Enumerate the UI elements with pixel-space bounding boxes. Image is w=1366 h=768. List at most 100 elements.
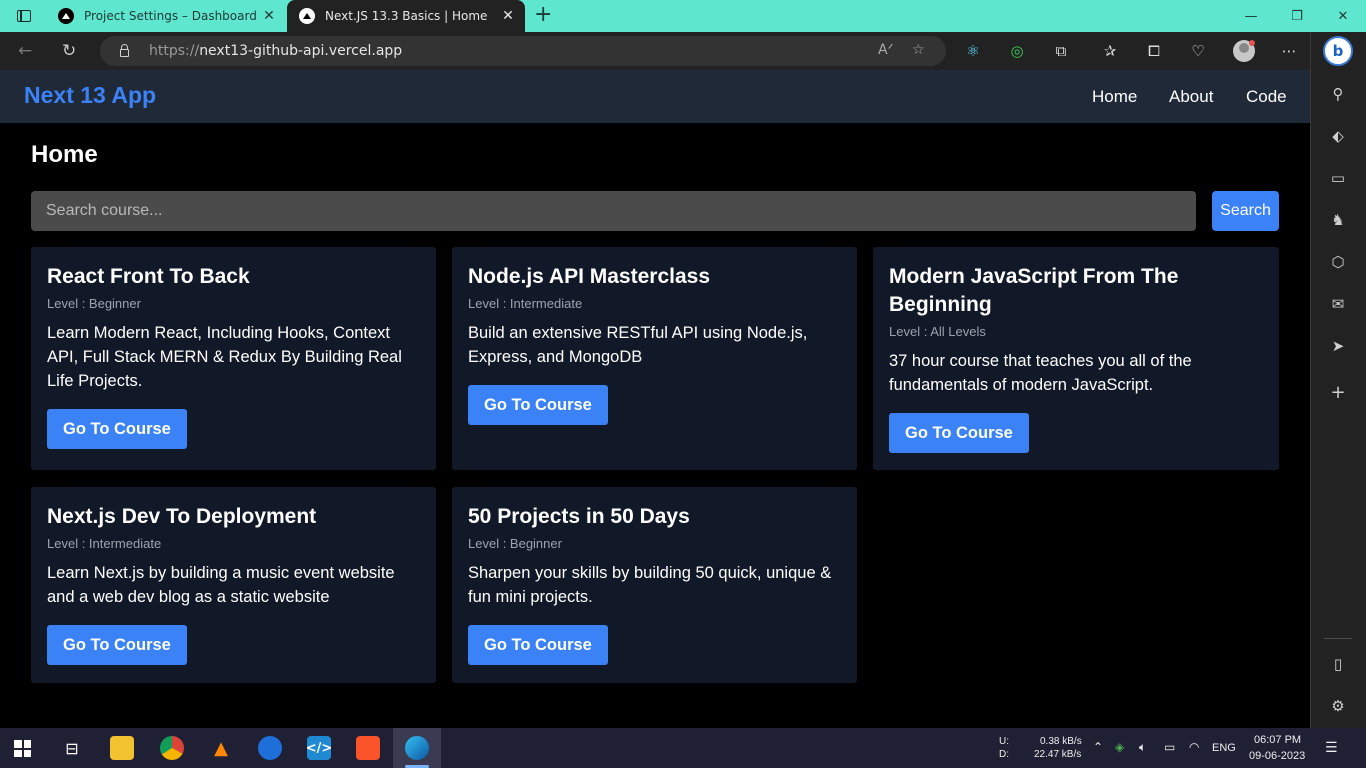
add-favorite-icon[interactable]: ☆ [912, 42, 925, 58]
net-download-speed: 22.47 kB/s [1034, 749, 1082, 760]
minimize-button[interactable]: — [1228, 0, 1274, 32]
close-window-button[interactable]: ✕ [1320, 0, 1366, 32]
bing-chat-icon[interactable]: b [1323, 36, 1353, 66]
browser-toolbar: ← ↻ https://next13-github-api.vercel.app… [0, 32, 1366, 70]
course-title: 50 Projects in 50 Days [468, 505, 690, 528]
new-tab-button[interactable]: + [534, 4, 552, 26]
tab-title: Next.JS 13.3 Basics | Home [325, 9, 488, 23]
tab-actions-button[interactable] [10, 6, 38, 26]
nav-link-code[interactable]: Code [1246, 87, 1287, 107]
performance-icon[interactable]: ♡ [1189, 42, 1207, 60]
course-description: Sharpen your skills by building 50 quick… [468, 564, 832, 606]
address-bar[interactable]: https://next13-github-api.vercel.app Aᐟ … [100, 36, 946, 66]
tools-briefcase-icon[interactable]: ▭ [1326, 166, 1350, 190]
course-description: Learn Modern React, Including Hooks, Con… [47, 324, 402, 390]
page-viewport: Next 13 App Home About Code Home Search … [0, 70, 1310, 728]
outlook-icon[interactable]: ✉ [1326, 292, 1350, 316]
url-host: next13-github-api.vercel.app [199, 43, 403, 59]
edge-icon[interactable] [405, 736, 429, 760]
course-card: Modern JavaScript From The Beginning Lev… [873, 247, 1279, 470]
add-sidebar-app-icon[interactable]: + [1326, 380, 1350, 404]
hide-sidebar-icon[interactable]: ▯ [1326, 652, 1350, 676]
course-description: Learn Next.js by building a music event … [47, 564, 395, 606]
office-icon[interactable]: ⬡ [1326, 250, 1350, 274]
favorites-icon[interactable]: ✰ [1101, 42, 1119, 60]
windows-taskbar: ⊟ ▲ </> U: D: 0.38 kB/s 22.47 kB/s ⌃ ◈ 🔈… [0, 728, 1366, 768]
profile-notification-dot [1249, 40, 1255, 46]
site-brand[interactable]: Next 13 App [24, 82, 156, 109]
net-upload-speed: 0.38 kB/s [1040, 736, 1082, 747]
course-level: Level : Beginner [468, 536, 562, 551]
tab-close-icon[interactable]: ✕ [258, 8, 280, 24]
battery-icon[interactable]: ▭ [1164, 740, 1175, 754]
course-card: React Front To Back Level : Beginner Lea… [31, 247, 436, 470]
clock-time[interactable]: 06:07 PM [1254, 734, 1301, 746]
show-hidden-icons-chevron-icon[interactable]: ⌃ [1093, 740, 1103, 754]
clock-date[interactable]: 09-06-2023 [1249, 750, 1305, 762]
go-to-course-button[interactable]: Go To Course [889, 413, 1029, 453]
net-download-label: D: [999, 749, 1009, 760]
send-icon[interactable]: ➤ [1326, 334, 1350, 358]
sidebar-settings-icon[interactable]: ⚙ [1326, 694, 1350, 718]
course-level: Level : All Levels [889, 324, 986, 339]
extensions-icon[interactable]: ⧉ [1052, 42, 1070, 60]
network-app-icon[interactable]: ◈ [1115, 740, 1124, 754]
firefox-icon[interactable] [258, 736, 282, 760]
go-to-course-button[interactable]: Go To Course [468, 625, 608, 665]
read-aloud-icon[interactable]: Aᐟ [878, 42, 894, 58]
nav-link-home[interactable]: Home [1092, 87, 1137, 107]
course-level: Level : Intermediate [47, 536, 162, 551]
page-title: Home [31, 141, 98, 168]
vercel-favicon-icon [58, 8, 74, 24]
search-icon[interactable]: ⚲ [1326, 82, 1350, 106]
refresh-icon[interactable]: ↻ [62, 41, 76, 61]
browser-tab-home[interactable]: Next.JS 13.3 Basics | Home ✕ [287, 0, 525, 32]
course-title: Modern JavaScript From The Beginning [889, 265, 1179, 316]
course-card: Node.js API Masterclass Level : Intermed… [452, 247, 857, 470]
search-button[interactable]: Search [1212, 191, 1279, 231]
chrome-icon[interactable] [160, 736, 184, 760]
go-to-course-button[interactable]: Go To Course [47, 409, 187, 449]
shopping-tag-icon[interactable]: ⬖ [1326, 124, 1350, 148]
restore-button[interactable]: ❐ [1274, 0, 1320, 32]
tab-title: Project Settings – Dashboard – V [84, 9, 258, 23]
search-input[interactable] [31, 191, 1196, 231]
course-description: Build an extensive RESTful API using Nod… [468, 324, 808, 366]
course-card: 50 Projects in 50 Days Level : Beginner … [452, 487, 857, 683]
url-scheme: https:// [149, 43, 200, 59]
nav-link-about[interactable]: About [1169, 87, 1213, 107]
course-card: Next.js Dev To Deployment Level : Interm… [31, 487, 436, 683]
sidebar-divider [1324, 638, 1352, 639]
tab-close-icon[interactable]: ✕ [497, 8, 519, 24]
go-to-course-button[interactable]: Go To Course [47, 625, 187, 665]
tab-actions-icon [17, 10, 31, 22]
site-header: Next 13 App Home About Code [0, 70, 1310, 123]
collections-icon[interactable]: ⧠ [1145, 42, 1163, 60]
windows-start-icon[interactable] [14, 740, 31, 757]
vscode-icon[interactable]: </> [306, 736, 332, 760]
extension-ring-icon[interactable]: ◎ [1008, 42, 1026, 60]
file-explorer-icon[interactable] [110, 736, 134, 760]
wifi-icon[interactable]: ◠ [1189, 740, 1199, 754]
back-arrow-icon[interactable]: ← [18, 41, 32, 61]
lock-icon [120, 44, 129, 57]
course-description: 37 hour course that teaches you all of t… [889, 352, 1192, 394]
vlc-icon[interactable]: ▲ [209, 736, 233, 760]
url-text[interactable]: https://next13-github-api.vercel.app [149, 43, 402, 59]
net-upload-label: U: [999, 736, 1009, 747]
browser-tab-project-settings[interactable]: Project Settings – Dashboard – V ✕ [46, 0, 286, 32]
games-icon[interactable]: ♞ [1326, 208, 1350, 232]
course-level: Level : Beginner [47, 296, 141, 311]
notifications-icon[interactable]: ☰ [1325, 740, 1338, 756]
react-devtools-icon[interactable]: ⚛ [964, 42, 982, 60]
language-indicator[interactable]: ENG [1212, 742, 1236, 754]
go-to-course-button[interactable]: Go To Course [468, 385, 608, 425]
task-view-icon[interactable]: ⊟ [60, 736, 84, 760]
more-options-icon[interactable]: ⋯ [1280, 42, 1298, 60]
course-level: Level : Intermediate [468, 296, 583, 311]
course-title: Node.js API Masterclass [468, 265, 710, 288]
brave-icon[interactable] [356, 736, 380, 760]
volume-icon[interactable]: 🔈︎ [1139, 740, 1146, 755]
course-title: Next.js Dev To Deployment [47, 505, 317, 528]
browser-tab-strip: Project Settings – Dashboard – V ✕ Next.… [0, 0, 1366, 32]
